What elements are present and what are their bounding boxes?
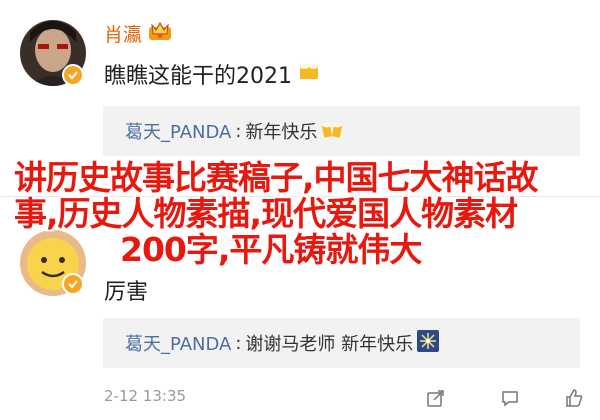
reply-text: 谢谢马老师 新年快乐	[245, 334, 414, 355]
verified-badge-icon	[62, 64, 84, 86]
share-icon[interactable]	[422, 385, 450, 411]
comment-meta: 2-12 13:35	[104, 385, 584, 413]
reply-username[interactable]: 葛天_PANDA	[125, 330, 231, 356]
verified-badge-icon	[62, 273, 84, 295]
reply-text: 新年快乐	[245, 122, 318, 143]
overlay-line-3: 200字,平凡铸就伟大	[120, 230, 422, 269]
comment-text-content: 厉害	[104, 280, 149, 305]
reply-box[interactable]: 葛天_PANDA : 新年快乐	[103, 106, 580, 156]
reply-separator: :	[235, 332, 242, 354]
firework-icon	[417, 329, 440, 357]
comment-text: 厉害	[104, 274, 148, 306]
comment-icon[interactable]	[496, 385, 524, 411]
username-text[interactable]: 肖瀛	[104, 20, 142, 47]
comment-username[interactable]: 肖瀛	[104, 20, 172, 47]
like-icon[interactable]	[560, 385, 588, 411]
overlay-headline: 讲历史故事比赛稿子,中国七大神话故 事,历史人物素描,现代爱国人物素材 200字…	[14, 160, 590, 268]
overlay-line-2: 事,历史人物素描,现代爱国人物素材	[14, 194, 518, 233]
comment-time: 2-12 13:35	[104, 387, 187, 405]
crown-badge-icon	[148, 21, 172, 46]
comment-text: 瞧瞧这能干的2021	[104, 58, 320, 90]
cheers-icon	[321, 119, 343, 144]
beer-icon	[298, 61, 320, 87]
reply-box[interactable]: 葛天_PANDA : 谢谢马老师 新年快乐	[103, 318, 580, 368]
overlay-line-1: 讲历史故事比赛稿子,中国七大神话故	[14, 158, 539, 197]
reply-username[interactable]: 葛天_PANDA	[125, 118, 231, 144]
comment-text-content: 瞧瞧这能干的2021	[104, 64, 292, 89]
reply-separator: :	[235, 120, 242, 142]
